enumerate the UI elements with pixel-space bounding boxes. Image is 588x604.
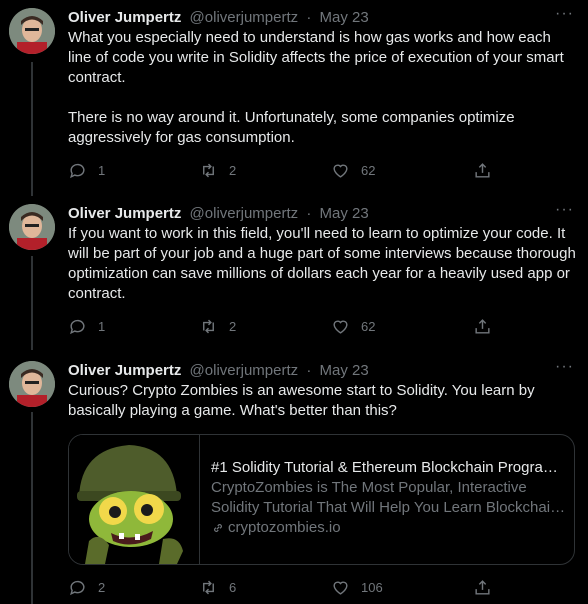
- card-description-line: CryptoZombies is The Most Popular, Inter…: [211, 479, 527, 496]
- share-button[interactable]: [473, 578, 492, 597]
- tweet-paragraph: What you especially need to understand i…: [68, 29, 564, 86]
- author-handle[interactable]: @oliverjumpertz: [190, 362, 299, 379]
- author-name[interactable]: Oliver Jumpertz: [68, 205, 181, 222]
- tweet-actions: 1 2 62: [68, 161, 508, 181]
- retweet-count: 2: [229, 163, 237, 178]
- tweet-paragraph: Curious? Crypto Zombies is an awesome st…: [68, 382, 535, 419]
- retweet-icon: [203, 319, 214, 334]
- tweet-date[interactable]: May 23: [319, 362, 368, 379]
- retweet-button[interactable]: 2: [199, 161, 236, 180]
- tweet-header: Oliver Jumpertz @oliverjumpertz · May 23: [68, 361, 369, 381]
- card-domain-text: cryptozombies.io: [228, 519, 341, 536]
- card-title[interactable]: #1 Solidity Tutorial & Ethereum Blockcha…: [211, 458, 566, 478]
- retweet-count: 2: [229, 319, 237, 334]
- reply-icon: [70, 319, 85, 335]
- like-count: 106: [361, 580, 383, 595]
- card-domain[interactable]: cryptozombies.io: [211, 518, 566, 538]
- tweet-date[interactable]: May 23: [319, 205, 368, 222]
- share-icon: [475, 319, 490, 334]
- retweet-button[interactable]: 6: [199, 578, 236, 597]
- thread-line: [31, 62, 33, 196]
- like-button[interactable]: 62: [331, 317, 375, 336]
- tweet-paragraph: If you want to work in this field, you'l…: [68, 225, 576, 302]
- zombie-thumbnail: [69, 435, 199, 564]
- card-text: #1 Solidity Tutorial & Ethereum Blockcha…: [211, 458, 566, 538]
- tweet-actions: 2 6 106: [68, 578, 508, 598]
- reply-icon: [70, 163, 85, 179]
- separator: ·: [306, 205, 312, 222]
- like-icon: [333, 164, 348, 178]
- like-count: 62: [361, 163, 376, 178]
- share-icon: [475, 163, 490, 178]
- tweet-text: Curious? Crypto Zombies is an awesome st…: [68, 381, 578, 421]
- retweet-icon: [203, 163, 214, 178]
- like-button[interactable]: 106: [331, 578, 383, 597]
- tweet-date[interactable]: May 23: [319, 9, 368, 26]
- more-options-icon[interactable]: ···: [555, 5, 574, 23]
- like-icon: [333, 581, 348, 595]
- author-handle[interactable]: @oliverjumpertz: [190, 205, 299, 222]
- reply-button[interactable]: 1: [68, 161, 105, 180]
- separator: ·: [306, 9, 312, 26]
- reply-button[interactable]: 2: [68, 578, 105, 597]
- avatar[interactable]: [9, 204, 55, 250]
- tweet-header: Oliver Jumpertz @oliverjumpertz · May 23: [68, 204, 369, 224]
- tweet-text: What you especially need to understand i…: [68, 28, 578, 148]
- share-button[interactable]: [473, 317, 492, 336]
- retweet-count: 6: [229, 580, 237, 595]
- like-icon: [333, 320, 348, 334]
- tweet-header: Oliver Jumpertz @oliverjumpertz · May 23: [68, 8, 369, 28]
- tweet-actions: 1 2 62: [68, 317, 508, 337]
- retweet-button[interactable]: 2: [199, 317, 236, 336]
- reply-count: 1: [98, 319, 106, 334]
- avatar[interactable]: [9, 8, 55, 54]
- link-preview-card[interactable]: #1 Solidity Tutorial & Ethereum Blockcha…: [68, 434, 575, 565]
- tweet-paragraph: There is no way around it. Unfortunately…: [68, 109, 515, 146]
- thread-line: [31, 412, 33, 604]
- card-description: CryptoZombies is The Most Popular, Inter…: [211, 478, 566, 518]
- author-handle[interactable]: @oliverjumpertz: [190, 9, 299, 26]
- retweet-icon: [203, 580, 214, 595]
- like-count: 62: [361, 319, 376, 334]
- like-button[interactable]: 62: [331, 161, 375, 180]
- link-icon: [214, 524, 222, 532]
- more-options-icon[interactable]: ···: [555, 201, 574, 219]
- card-thumbnail: [69, 435, 200, 564]
- author-name[interactable]: Oliver Jumpertz: [68, 362, 181, 379]
- reply-count: 2: [98, 580, 106, 595]
- avatar[interactable]: [9, 361, 55, 407]
- reply-count: 1: [98, 163, 106, 178]
- share-button[interactable]: [473, 161, 492, 180]
- reply-button[interactable]: 1: [68, 317, 105, 336]
- more-options-icon[interactable]: ···: [555, 358, 574, 376]
- reply-icon: [70, 580, 85, 596]
- thread-line: [31, 256, 33, 350]
- author-name[interactable]: Oliver Jumpertz: [68, 9, 181, 26]
- share-icon: [475, 580, 490, 595]
- tweet-text: If you want to work in this field, you'l…: [68, 224, 578, 304]
- separator: ·: [306, 362, 312, 379]
- card-description-line: Solidity Tutorial That Will Help You Lea…: [211, 499, 566, 516]
